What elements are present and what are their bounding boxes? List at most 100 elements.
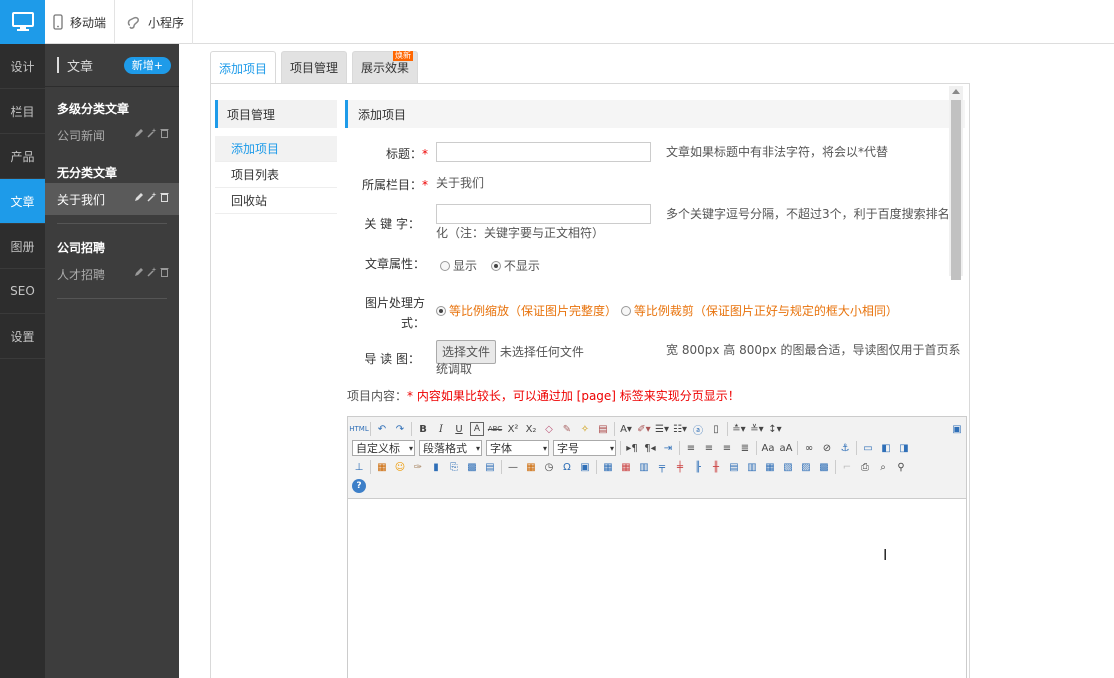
split-cells-icon[interactable]: ▧ bbox=[781, 460, 795, 474]
paragraph-format-select[interactable]: 段落格式 bbox=[419, 440, 482, 456]
trash-icon[interactable] bbox=[160, 128, 169, 138]
emotion-icon[interactable]: ☺ bbox=[393, 460, 407, 474]
nav-item-seo[interactable]: SEO bbox=[0, 269, 45, 314]
menu-item-add[interactable]: 添加项目 bbox=[215, 136, 337, 162]
edit-icon[interactable] bbox=[134, 267, 144, 277]
font-size-select[interactable]: 字号 bbox=[553, 440, 616, 456]
nav-item-column[interactable]: 栏目 bbox=[0, 89, 45, 134]
link-icon[interactable]: ∞ bbox=[802, 441, 816, 455]
date-icon[interactable]: ▦ bbox=[524, 460, 538, 474]
row-spacing-top-icon[interactable]: ≛▾ bbox=[732, 422, 746, 436]
nav-item-product[interactable]: 产品 bbox=[0, 134, 45, 179]
subscript-icon[interactable]: X₂ bbox=[524, 422, 538, 436]
undo-icon[interactable]: ↶ bbox=[375, 422, 389, 436]
preview-icon[interactable]: ⌕ bbox=[876, 460, 890, 474]
menu-item-recycle-bin[interactable]: 回收站 bbox=[215, 188, 337, 214]
align-left-icon[interactable]: ≡ bbox=[684, 441, 698, 455]
line-height-icon[interactable]: ↕▾ bbox=[768, 422, 782, 436]
insert-row-icon[interactable]: ╤ bbox=[655, 460, 669, 474]
superscript-icon[interactable]: X² bbox=[506, 422, 520, 436]
custom-style-select[interactable]: 自定义标 bbox=[352, 440, 415, 456]
eraser-icon[interactable]: ◇ bbox=[542, 422, 556, 436]
mobile-tab[interactable]: 移动端 bbox=[45, 0, 116, 44]
attachment-icon[interactable]: ⎘ bbox=[447, 460, 461, 474]
edit-icon[interactable] bbox=[134, 192, 144, 202]
sub-item-about-us[interactable]: 关于我们 bbox=[45, 183, 179, 215]
magic-icon[interactable] bbox=[147, 128, 157, 138]
scroll-up-arrow[interactable] bbox=[952, 89, 960, 94]
trash-icon[interactable] bbox=[160, 192, 169, 202]
time-icon[interactable]: ◷ bbox=[542, 460, 556, 474]
highlight-icon[interactable]: ✐▾ bbox=[637, 422, 651, 436]
underline-icon[interactable]: U bbox=[452, 422, 466, 436]
lowercase-icon[interactable]: aA bbox=[779, 441, 793, 455]
magic-icon[interactable] bbox=[147, 192, 157, 202]
align-right-icon[interactable]: ≡ bbox=[720, 441, 734, 455]
tab-project-management[interactable]: 项目管理 bbox=[281, 51, 348, 83]
font-color-icon[interactable]: A▾ bbox=[619, 422, 633, 436]
bold-icon[interactable]: B bbox=[416, 422, 430, 436]
clear-doc-icon[interactable]: ▯ bbox=[709, 422, 723, 436]
radio-crop[interactable]: 等比例裁剪（保证图片正好与规定的框大小相同） bbox=[620, 304, 898, 318]
italic-icon[interactable]: I bbox=[434, 422, 448, 436]
radio-hide[interactable]: 不显示 bbox=[490, 259, 540, 273]
edit-icon[interactable] bbox=[134, 128, 144, 138]
nav-item-settings[interactable]: 设置 bbox=[0, 314, 45, 359]
nav-item-design[interactable]: 设计 bbox=[0, 44, 45, 89]
split-rows-icon[interactable]: ▨ bbox=[799, 460, 813, 474]
title-input[interactable] bbox=[436, 142, 651, 162]
image-left-icon[interactable]: ◧ bbox=[879, 441, 893, 455]
rtl-icon[interactable]: ¶◂ bbox=[643, 441, 657, 455]
insert-col-icon[interactable]: ╟ bbox=[691, 460, 705, 474]
magic-icon[interactable] bbox=[147, 267, 157, 277]
anchor-icon[interactable]: ⚓ bbox=[838, 441, 852, 455]
tab-add-project[interactable]: 添加项目 bbox=[210, 51, 277, 84]
align-justify-icon[interactable]: ≣ bbox=[738, 441, 752, 455]
desktop-icon[interactable] bbox=[0, 0, 45, 44]
font-border-icon[interactable]: A bbox=[470, 422, 484, 436]
radio-scale[interactable]: 等比例缩放（保证图片完整度） bbox=[436, 304, 617, 318]
insert-image-icon[interactable]: ▦ bbox=[375, 460, 389, 474]
radio-show[interactable]: 显示 bbox=[440, 259, 477, 273]
unlink-icon[interactable]: ⊘ bbox=[820, 441, 834, 455]
editor-body[interactable] bbox=[348, 500, 948, 678]
search-replace-icon[interactable]: ⚲ bbox=[894, 460, 908, 474]
ltr-icon[interactable]: ▸¶ bbox=[625, 441, 639, 455]
new-button[interactable]: 新增+ bbox=[123, 56, 171, 74]
editor-scrollbar[interactable] bbox=[949, 86, 963, 280]
keywords-input[interactable] bbox=[436, 204, 651, 224]
ordered-list-icon[interactable]: ☰▾ bbox=[655, 422, 669, 436]
print-icon[interactable]: ⎙ bbox=[858, 460, 872, 474]
merge-cells-icon[interactable]: ▤ bbox=[727, 460, 741, 474]
insert-para-before-table-icon[interactable]: ▥ bbox=[637, 460, 651, 474]
print-preview-icon[interactable]: ⌐ bbox=[840, 460, 854, 474]
horizontal-rule-icon[interactable]: — bbox=[506, 460, 520, 474]
indent-icon[interactable]: ⇥ bbox=[661, 441, 675, 455]
sub-item-company-news[interactable]: 公司新闻 bbox=[45, 119, 179, 151]
delete-row-icon[interactable]: ╪ bbox=[673, 460, 687, 474]
image-right-icon[interactable]: ◨ bbox=[897, 441, 911, 455]
template-icon[interactable]: ▣ bbox=[578, 460, 592, 474]
image-none-icon[interactable]: ▭ bbox=[861, 441, 875, 455]
miniprogram-tab[interactable]: 小程序 bbox=[119, 0, 194, 44]
uppercase-icon[interactable]: Aa bbox=[761, 441, 775, 455]
scrollbar-thumb[interactable] bbox=[951, 100, 961, 280]
sub-item-recruitment[interactable]: 人才招聘 bbox=[45, 258, 179, 290]
strikethrough-icon[interactable]: ABC bbox=[488, 422, 502, 436]
redo-icon[interactable]: ↷ bbox=[393, 422, 407, 436]
nav-item-album[interactable]: 图册 bbox=[0, 224, 45, 269]
auto-format-icon[interactable]: ✧ bbox=[578, 422, 592, 436]
format-brush-icon[interactable]: ✎ bbox=[560, 422, 574, 436]
gallery-icon[interactable]: ▤ bbox=[483, 460, 497, 474]
delete-col-icon[interactable]: ╫ bbox=[709, 460, 723, 474]
row-spacing-bottom-icon[interactable]: ≚▾ bbox=[750, 422, 764, 436]
font-family-select[interactable]: 字体 bbox=[486, 440, 549, 456]
merge-right-icon[interactable]: ▥ bbox=[745, 460, 759, 474]
video-icon[interactable]: ▮ bbox=[429, 460, 443, 474]
delete-table-icon[interactable]: ▦ bbox=[619, 460, 633, 474]
paste-plain-icon[interactable]: ▤ bbox=[596, 422, 610, 436]
merge-down-icon[interactable]: ▦ bbox=[763, 460, 777, 474]
special-chars-icon[interactable]: Ω bbox=[560, 460, 574, 474]
menu-item-list[interactable]: 项目列表 bbox=[215, 162, 337, 188]
scrawl-icon[interactable]: ✑ bbox=[411, 460, 425, 474]
